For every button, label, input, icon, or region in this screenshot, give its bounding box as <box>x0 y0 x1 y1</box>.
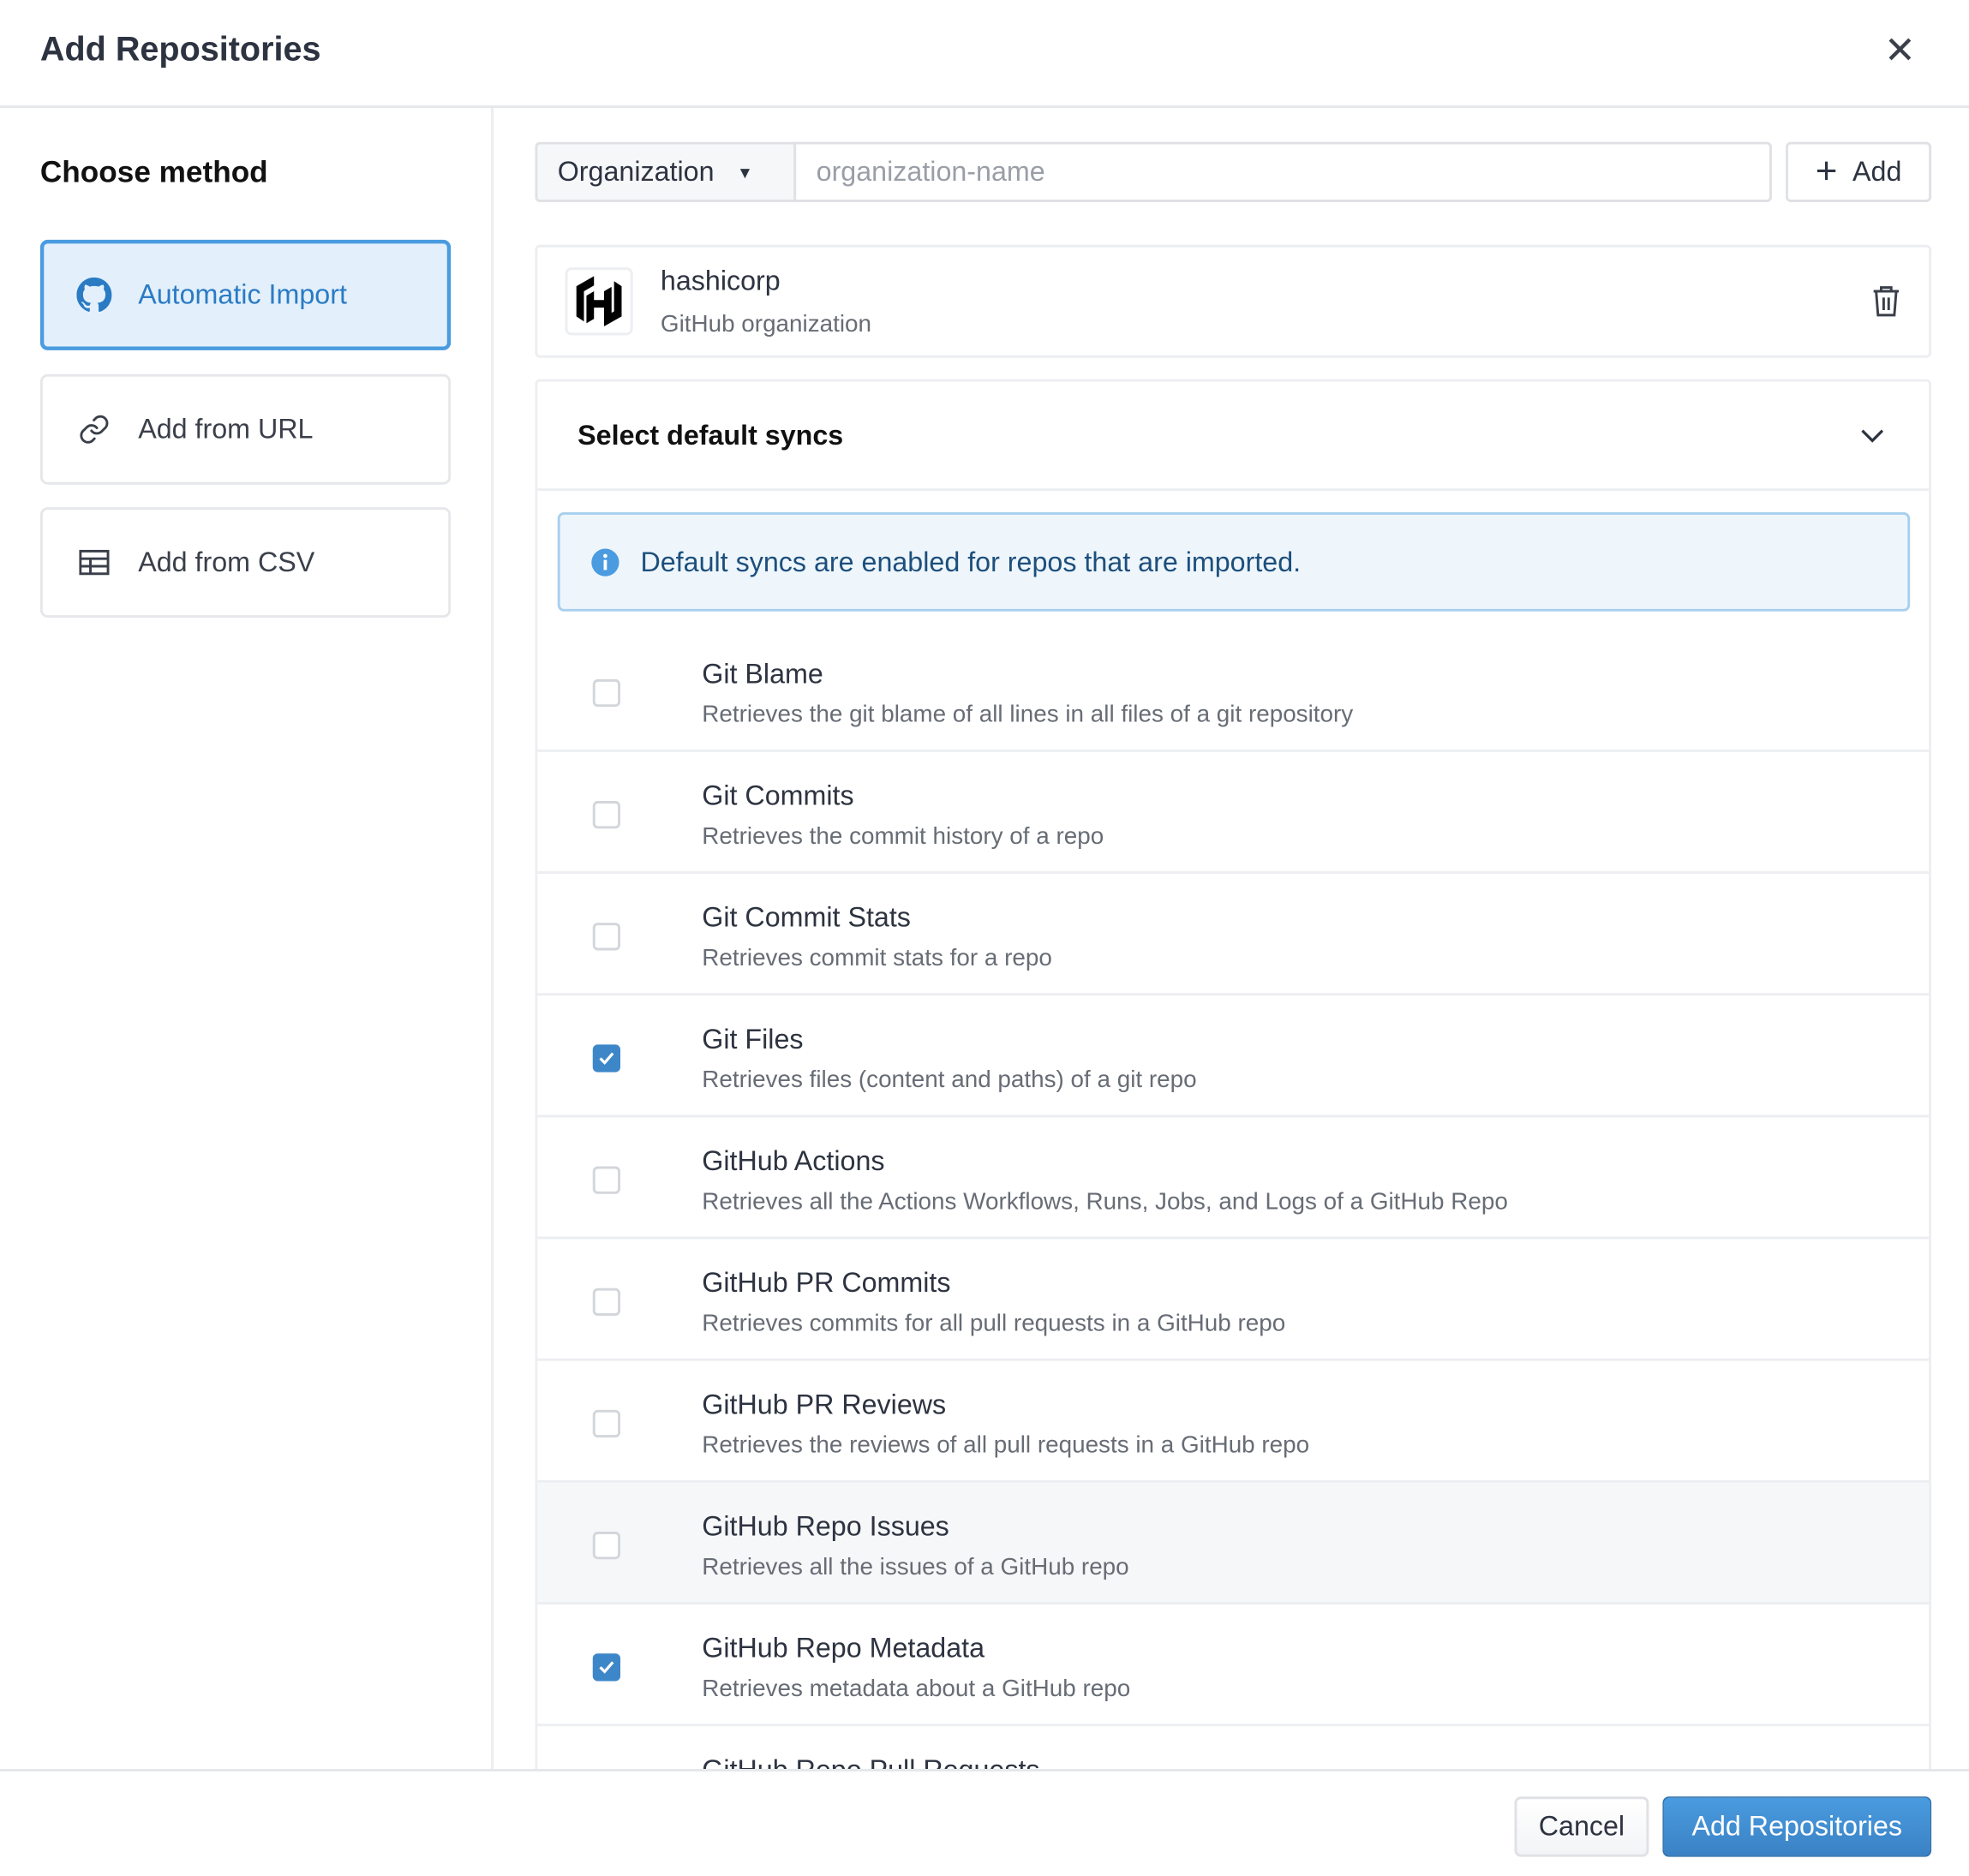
sync-title: GitHub Repo Metadata <box>702 1632 985 1664</box>
table-icon <box>75 544 113 582</box>
sync-row[interactable]: GitHub PR Reviews Retrieves the reviews … <box>537 1361 1930 1483</box>
sync-row[interactable]: GitHub Actions Retrieves all the Actions… <box>537 1117 1930 1240</box>
sync-checkbox[interactable] <box>592 1044 621 1072</box>
organization-card: hashicorp GitHub organization <box>535 244 1932 358</box>
organization-type: GitHub organization <box>660 311 872 338</box>
sync-description: Retrieves all the issues of a GitHub rep… <box>702 1554 1129 1581</box>
default-syncs-panel: Select default syncs Default syncs are e… <box>535 379 1932 1770</box>
sync-description: Retrieves the commit history of a repo <box>702 823 1104 851</box>
sidebar-heading: Choose method <box>39 155 268 190</box>
sync-title: GitHub PR Commits <box>702 1266 951 1299</box>
dialog-header: Add Repositories ✕ <box>0 0 1969 109</box>
github-icon <box>75 276 113 314</box>
sync-checkbox[interactable] <box>592 678 621 708</box>
sync-checkbox[interactable] <box>592 801 621 829</box>
sync-checkbox[interactable] <box>592 1653 621 1682</box>
method-sidebar: Choose method Automatic Import Add from … <box>0 108 494 1770</box>
sync-title: GitHub Actions <box>702 1144 885 1177</box>
trash-icon[interactable] <box>1871 285 1901 318</box>
method-automatic-import[interactable]: Automatic Import <box>39 239 452 350</box>
sync-row[interactable]: GitHub Repo Pull Requests <box>537 1726 1929 1769</box>
sync-description: Retrieves the reviews of all pull reques… <box>702 1432 1310 1460</box>
sync-title: GitHub PR Reviews <box>702 1388 947 1420</box>
info-text: Default syncs are enabled for repos that… <box>640 545 1302 577</box>
sync-title: Git Blame <box>702 657 823 690</box>
caret-down-icon: ▼ <box>736 162 753 182</box>
method-add-from-url[interactable]: Add from URL <box>39 373 452 485</box>
cancel-button[interactable]: Cancel <box>1514 1796 1649 1857</box>
dialog-footer: Cancel Add Repositories <box>0 1769 1969 1876</box>
organization-name-input[interactable] <box>793 141 1772 202</box>
sync-title: Git Commits <box>702 780 854 811</box>
close-icon[interactable]: ✕ <box>1881 32 1918 70</box>
method-label: Add from CSV <box>138 546 315 578</box>
add-repositories-dialog: Add Repositories ✕ Choose method Automat… <box>0 0 1969 1876</box>
sync-description: Retrieves the git blame of all lines in … <box>702 702 1354 729</box>
plus-icon: + <box>1815 150 1838 193</box>
add-label: Add <box>1852 155 1902 188</box>
sync-description: Retrieves commit stats for a repo <box>702 945 1052 972</box>
sync-row[interactable]: Git Commits Retrieves the commit history… <box>537 752 1930 875</box>
add-repositories-button[interactable]: Add Repositories <box>1662 1796 1932 1857</box>
method-label: Add from URL <box>138 413 314 445</box>
method-label: Automatic Import <box>138 278 347 311</box>
sync-description: Retrieves files (content and paths) of a… <box>702 1066 1197 1094</box>
sync-description: Retrieves commits for all pull requests … <box>702 1311 1286 1337</box>
sync-description: Retrieves all the Actions Workflows, Run… <box>702 1188 1508 1216</box>
info-banner: Default syncs are enabled for repos that… <box>557 511 1911 612</box>
organization-name: hashicorp <box>660 265 781 296</box>
chevron-down-icon <box>1856 420 1888 452</box>
sync-checkbox[interactable] <box>592 1166 621 1194</box>
info-icon <box>591 547 619 576</box>
method-add-from-csv[interactable]: Add from CSV <box>39 507 452 618</box>
check-icon <box>599 1661 614 1674</box>
sync-title: Git Files <box>702 1023 804 1055</box>
sync-title: GitHub Repo Pull Requests <box>702 1754 1039 1769</box>
default-syncs-title: Select default syncs <box>578 419 844 451</box>
sync-title: Git Commit Stats <box>702 901 911 933</box>
default-syncs-header[interactable]: Select default syncs <box>537 382 1930 492</box>
sync-checkbox[interactable] <box>592 1288 621 1316</box>
link-icon <box>75 410 113 448</box>
sync-row[interactable]: GitHub Repo Metadata Retrieves metadata … <box>537 1604 1930 1727</box>
sync-checkbox[interactable] <box>592 1409 621 1438</box>
sync-description: Retrieves metadata about a GitHub repo <box>702 1676 1131 1703</box>
sync-checkbox[interactable] <box>592 1532 621 1560</box>
sync-row[interactable]: GitHub PR Commits Retrieves commits for … <box>537 1240 1930 1361</box>
source-type-dropdown[interactable]: Organization ▼ <box>535 141 795 202</box>
sync-row[interactable]: Git Blame Retrieves the git blame of all… <box>537 630 1930 752</box>
add-button[interactable]: + Add <box>1786 141 1932 202</box>
dialog-title: Add Repositories <box>39 30 321 69</box>
sync-row[interactable]: Git Commit Stats Retrieves commit stats … <box>537 874 1930 996</box>
hashicorp-logo <box>565 267 633 336</box>
source-type-value: Organization <box>557 155 715 188</box>
sync-checkbox[interactable] <box>592 923 621 951</box>
check-icon <box>599 1052 614 1065</box>
sync-title: GitHub Repo Issues <box>702 1510 949 1542</box>
sync-row[interactable]: GitHub Repo Issues Retrieves all the iss… <box>537 1482 1930 1605</box>
sync-row[interactable]: Git Files Retrieves files (content and p… <box>537 995 1930 1118</box>
